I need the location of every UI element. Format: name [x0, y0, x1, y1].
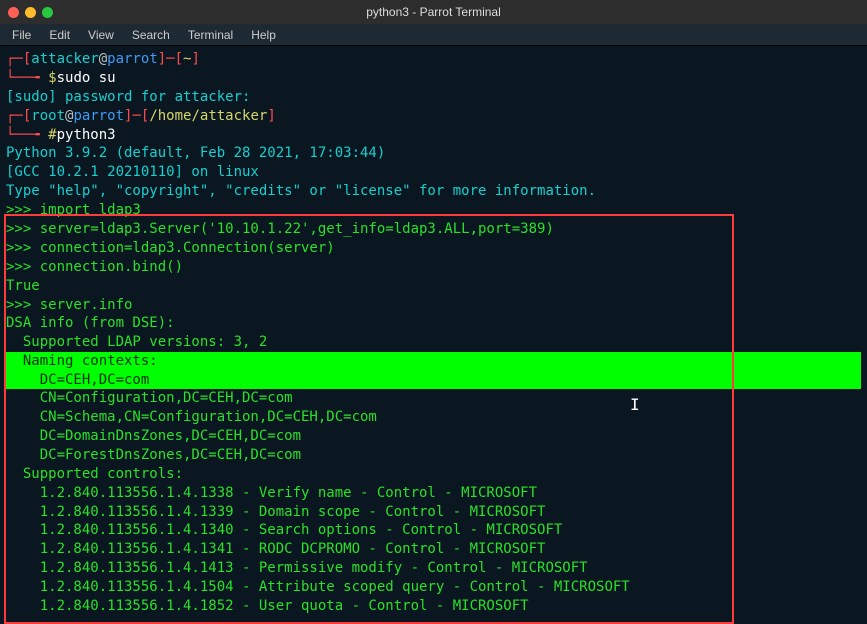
menu-view[interactable]: View	[88, 28, 114, 42]
naming-contexts-label: Naming contexts:	[6, 352, 861, 371]
at-sign: @	[99, 51, 107, 67]
control-2: 1.2.840.113556.1.4.1339 - Domain scope -…	[6, 503, 861, 522]
naming-context-1: DC=CEH,DC=com	[6, 371, 861, 390]
python-banner-1: Python 3.9.2 (default, Feb 28 2021, 17:0…	[6, 144, 861, 163]
control-5: 1.2.840.113556.1.4.1413 - Permissive mod…	[6, 559, 861, 578]
titlebar: python3 - Parrot Terminal	[0, 0, 867, 24]
prompt-prefix: └──╼	[6, 70, 48, 86]
prompt-host: parrot	[107, 51, 158, 67]
python-banner-2: [GCC 10.2.1 20210110] on linux	[6, 163, 861, 182]
repl-serverinfo: >>> server.info	[6, 296, 861, 315]
bracket-mid: ]─[	[124, 108, 149, 124]
naming-context-4: DC=DomainDnsZones,DC=CEH,DC=com	[6, 427, 861, 446]
control-6: 1.2.840.113556.1.4.1504 - Attribute scop…	[6, 578, 861, 597]
window-title: python3 - Parrot Terminal	[366, 5, 501, 19]
repl-connection: >>> connection=ldap3.Connection(server)	[6, 239, 861, 258]
repl-import: >>> import ldap3	[6, 201, 861, 220]
control-3: 1.2.840.113556.1.4.1340 - Search options…	[6, 521, 861, 540]
menu-help[interactable]: Help	[251, 28, 276, 42]
control-7: 1.2.840.113556.1.4.1852 - User quota - C…	[6, 597, 861, 616]
python-banner-3: Type "help", "copyright", "credits" or "…	[6, 182, 861, 201]
minimize-icon[interactable]	[25, 7, 36, 18]
highlight-selection: Naming contexts: DC=CEH,DC=com	[6, 352, 861, 389]
prompt-user: attacker	[31, 51, 98, 67]
close-icon[interactable]	[8, 7, 19, 18]
bracket-mid: ]─[	[158, 51, 183, 67]
control-1: 1.2.840.113556.1.4.1338 - Verify name - …	[6, 484, 861, 503]
dsa-ldapver: Supported LDAP versions: 3, 2	[6, 333, 861, 352]
menu-terminal[interactable]: Terminal	[188, 28, 233, 42]
menu-edit[interactable]: Edit	[49, 28, 70, 42]
sudo-password-line: [sudo] password for attacker:	[6, 88, 861, 107]
command-sudo: sudo su	[57, 70, 116, 86]
terminal-body[interactable]: ┌─[attacker@parrot]─[~] └──╼ $sudo su [s…	[0, 46, 867, 620]
naming-context-3: CN=Schema,CN=Configuration,DC=CEH,DC=com	[6, 408, 861, 427]
prompt-symbol: $	[48, 70, 56, 86]
prompt-host: parrot	[73, 108, 124, 124]
text-cursor-icon: I	[630, 394, 640, 416]
command-python3: python3	[57, 127, 116, 143]
bracket-close: ]	[267, 108, 275, 124]
prompt-line: ┌─[attacker@parrot]─[~]	[6, 50, 861, 69]
prompt-prefix: └──╼	[6, 127, 48, 143]
prompt-path: /home/attacker	[149, 108, 267, 124]
bracket-open: ┌─[	[6, 51, 31, 67]
repl-bind: >>> connection.bind()	[6, 258, 861, 277]
control-4: 1.2.840.113556.1.4.1341 - RODC DCPROMO -…	[6, 540, 861, 559]
menubar: File Edit View Search Terminal Help	[0, 24, 867, 46]
maximize-icon[interactable]	[42, 7, 53, 18]
naming-context-5: DC=ForestDnsZones,DC=CEH,DC=com	[6, 446, 861, 465]
bracket-open: ┌─[	[6, 108, 31, 124]
prompt-user: root	[31, 108, 65, 124]
menu-search[interactable]: Search	[132, 28, 170, 42]
prompt-symbol: #	[48, 127, 56, 143]
dsa-header: DSA info (from DSE):	[6, 314, 861, 333]
bracket-close: ]	[191, 51, 199, 67]
supported-controls-label: Supported controls:	[6, 465, 861, 484]
prompt-continue-root: └──╼ #python3	[6, 126, 861, 145]
window-controls	[8, 7, 53, 18]
menu-file[interactable]: File	[12, 28, 31, 42]
repl-server: >>> server=ldap3.Server('10.10.1.22',get…	[6, 220, 861, 239]
prompt-line-root: ┌─[root@parrot]─[/home/attacker]	[6, 107, 861, 126]
repl-true: True	[6, 277, 861, 296]
naming-context-2: CN=Configuration,DC=CEH,DC=com	[6, 389, 861, 408]
prompt-continue: └──╼ $sudo su	[6, 69, 861, 88]
